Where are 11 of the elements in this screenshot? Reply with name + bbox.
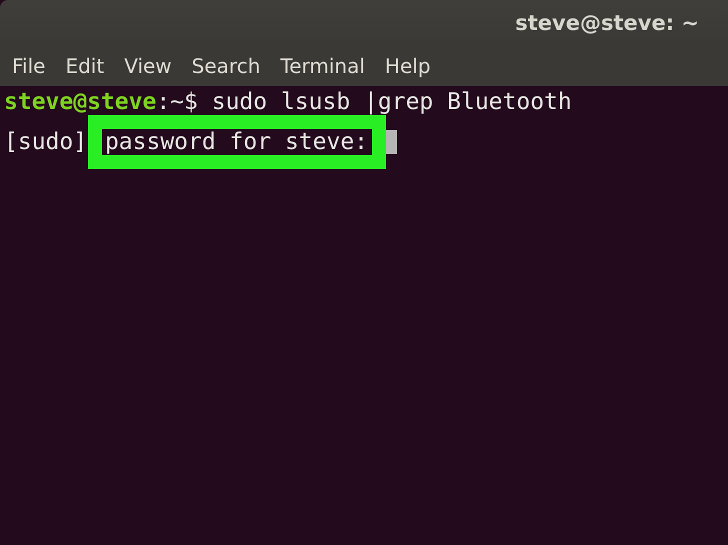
window-title: steve@steve: ~ xyxy=(515,11,699,35)
sudo-prefix: [sudo] xyxy=(4,129,88,155)
password-prompt: password for steve: xyxy=(104,129,368,155)
menu-item[interactable]: Edit xyxy=(55,54,114,78)
menu-item[interactable]: File xyxy=(2,54,56,78)
command-text: :~$ sudo lsusb |grep Bluetooth xyxy=(156,89,572,115)
prompt-user-host: steve@steve xyxy=(4,89,156,115)
menu-item[interactable]: Search xyxy=(182,54,270,78)
menu-item[interactable]: View xyxy=(114,54,182,78)
menu-item[interactable]: Help xyxy=(374,54,441,78)
menu-item[interactable]: Terminal xyxy=(270,54,375,78)
